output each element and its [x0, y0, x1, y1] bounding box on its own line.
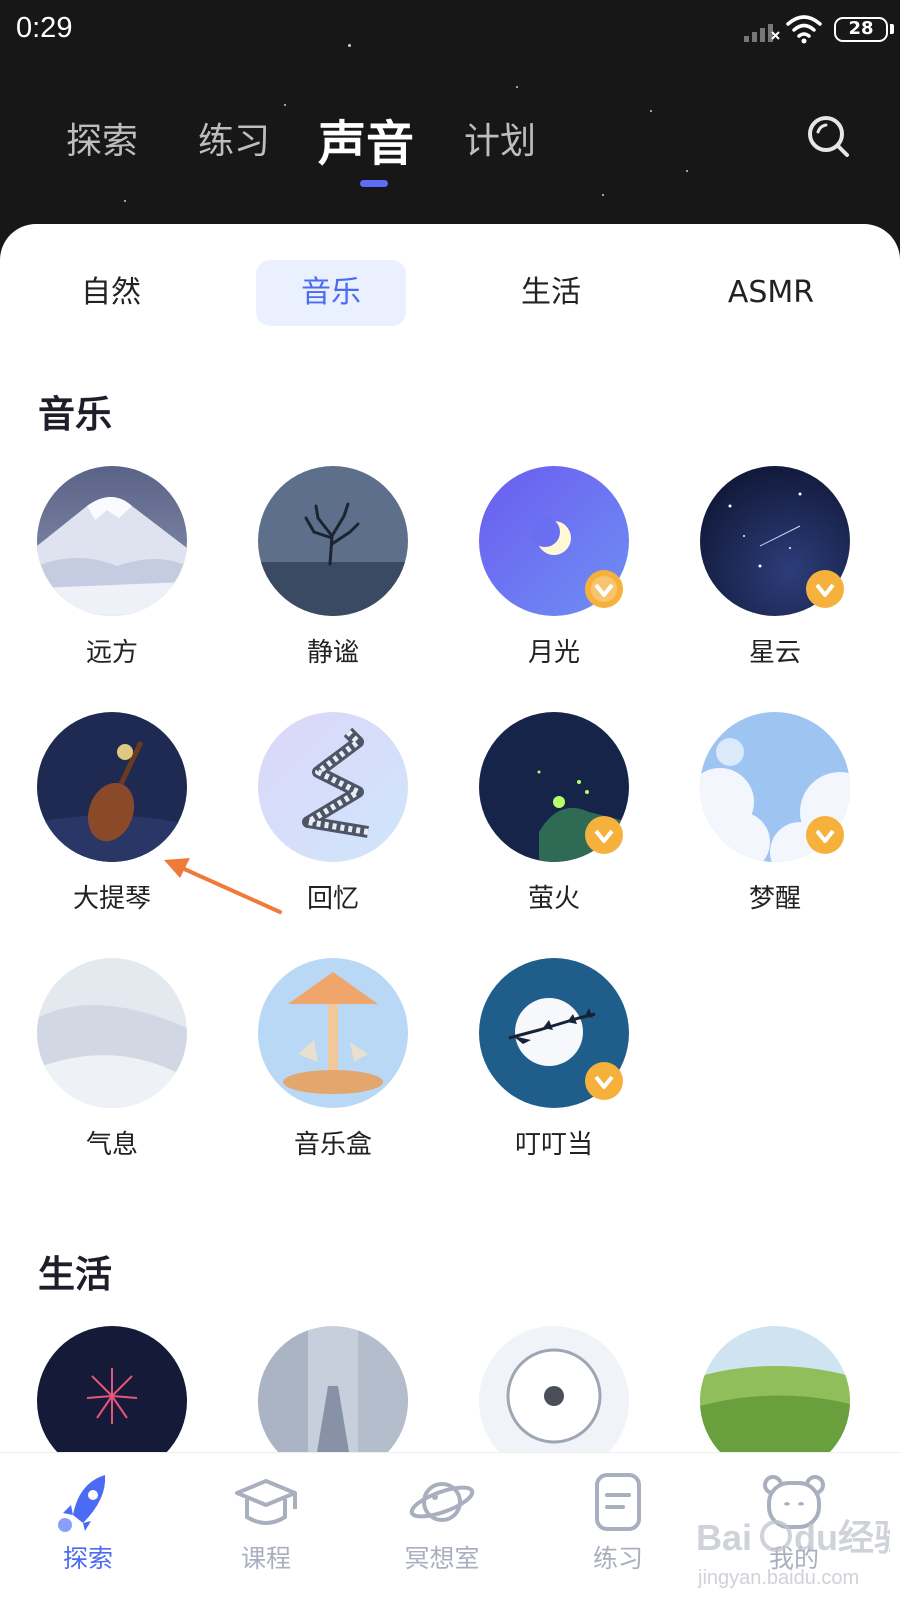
sound-label: 星云	[748, 638, 801, 668]
subtab-nature[interactable]: 自然	[36, 260, 186, 326]
nav-label: 课程	[240, 1544, 291, 1573]
sound-cover	[37, 958, 187, 1108]
svg-text:du经验: du经验	[794, 1517, 890, 1558]
nav-label: 练习	[592, 1544, 643, 1573]
sound-cover	[37, 1326, 187, 1464]
svg-text:jingyan.baidu.com: jingyan.baidu.com	[697, 1567, 859, 1589]
sound-item-yinghuo[interactable]: 萤火	[479, 712, 629, 915]
header: 0:29 28 探索 练习 声音 计划	[0, 0, 900, 260]
signal-icon	[744, 24, 780, 42]
premium-badge-icon	[585, 816, 623, 854]
sound-label: 回忆	[306, 884, 359, 914]
sound-cover	[37, 466, 187, 616]
premium-badge-icon	[806, 570, 844, 608]
sound-item-musicbox[interactable]: 音乐盒	[258, 958, 408, 1161]
sound-label: 远方	[85, 638, 138, 668]
premium-badge-icon	[585, 1062, 623, 1100]
sound-item-xingyun[interactable]: 星云	[700, 466, 850, 669]
premium-badge-icon	[806, 816, 844, 854]
sound-cover	[258, 958, 408, 1108]
section-title-music: 音乐	[38, 393, 112, 436]
planet-icon	[409, 1482, 475, 1522]
sound-item-life-4[interactable]	[700, 1326, 850, 1464]
tab-explore[interactable]: 探索	[66, 112, 138, 164]
sound-label: 萤火	[527, 884, 580, 914]
sound-cover	[258, 466, 408, 616]
sound-item-cello[interactable]: 大提琴	[37, 712, 187, 915]
nav-label: 探索	[62, 1544, 113, 1573]
sound-cover	[258, 712, 408, 862]
sound-item-life-2[interactable]	[258, 1326, 408, 1464]
search-icon[interactable]	[806, 114, 852, 160]
battery-indicator: 28	[834, 17, 888, 42]
tab-practice[interactable]: 练习	[198, 112, 270, 164]
sound-item-mengxing[interactable]: 梦醒	[700, 712, 850, 915]
sound-label: 叮叮当	[514, 1130, 593, 1160]
sound-label: 静谧	[306, 638, 359, 668]
sound-cover	[258, 1326, 408, 1464]
subtab-life[interactable]: 生活	[476, 260, 626, 326]
rocket-icon	[58, 1475, 106, 1532]
sound-label: 气息	[85, 1130, 138, 1160]
sound-item-yueguang[interactable]: 月光	[479, 466, 629, 669]
nav-practice[interactable]: 练习	[548, 1453, 688, 1600]
sound-label: 梦醒	[748, 884, 801, 914]
tab-plan[interactable]: 计划	[464, 112, 536, 164]
status-time: 0:29	[16, 12, 73, 44]
sound-cover	[37, 712, 187, 862]
section-title-life: 生活	[38, 1253, 112, 1296]
note-icon	[595, 1473, 641, 1531]
subtab-asmr[interactable]: ASMR	[696, 260, 846, 326]
sound-cover	[700, 1326, 850, 1464]
sound-item-yuanfang[interactable]: 远方	[37, 466, 187, 669]
sound-label: 大提琴	[72, 884, 151, 914]
premium-badge-icon	[585, 570, 623, 608]
tab-sound[interactable]: 声音	[318, 104, 414, 174]
sound-label: 音乐盒	[293, 1130, 372, 1160]
subtab-music[interactable]: 音乐	[256, 260, 406, 326]
wifi-icon	[786, 15, 822, 44]
content-sheet: 自然 音乐 生活 ASMR 音乐 远方 静谧 月光 星云 大提琴 回忆 萤火 梦…	[0, 224, 900, 1464]
sound-item-life-1[interactable]	[37, 1326, 187, 1464]
sound-item-qixi[interactable]: 气息	[37, 958, 187, 1161]
nav-label: 冥想室	[404, 1544, 480, 1573]
nav-meditation-room[interactable]: 冥想室	[372, 1453, 512, 1600]
active-tab-indicator	[360, 180, 388, 187]
nav-explore[interactable]: 探索	[18, 1453, 158, 1600]
sound-cover	[479, 1326, 629, 1464]
sound-item-huiyi[interactable]: 回忆	[258, 712, 408, 915]
battery-tip	[890, 24, 894, 34]
status-bar: 0:29 28	[0, 0, 900, 60]
sound-item-life-3[interactable]	[479, 1326, 629, 1464]
baidu-watermark-logo: Bai du经验 jingyan.baidu.com	[696, 1517, 890, 1589]
svg-text:Bai: Bai	[696, 1517, 752, 1558]
nav-course[interactable]: 课程	[196, 1453, 336, 1600]
graduation-cap-icon	[235, 1479, 297, 1525]
sound-item-jingmi[interactable]: 静谧	[258, 466, 408, 669]
sound-item-dingdingdang[interactable]: 叮叮当	[479, 958, 629, 1161]
sound-label: 月光	[527, 638, 580, 668]
